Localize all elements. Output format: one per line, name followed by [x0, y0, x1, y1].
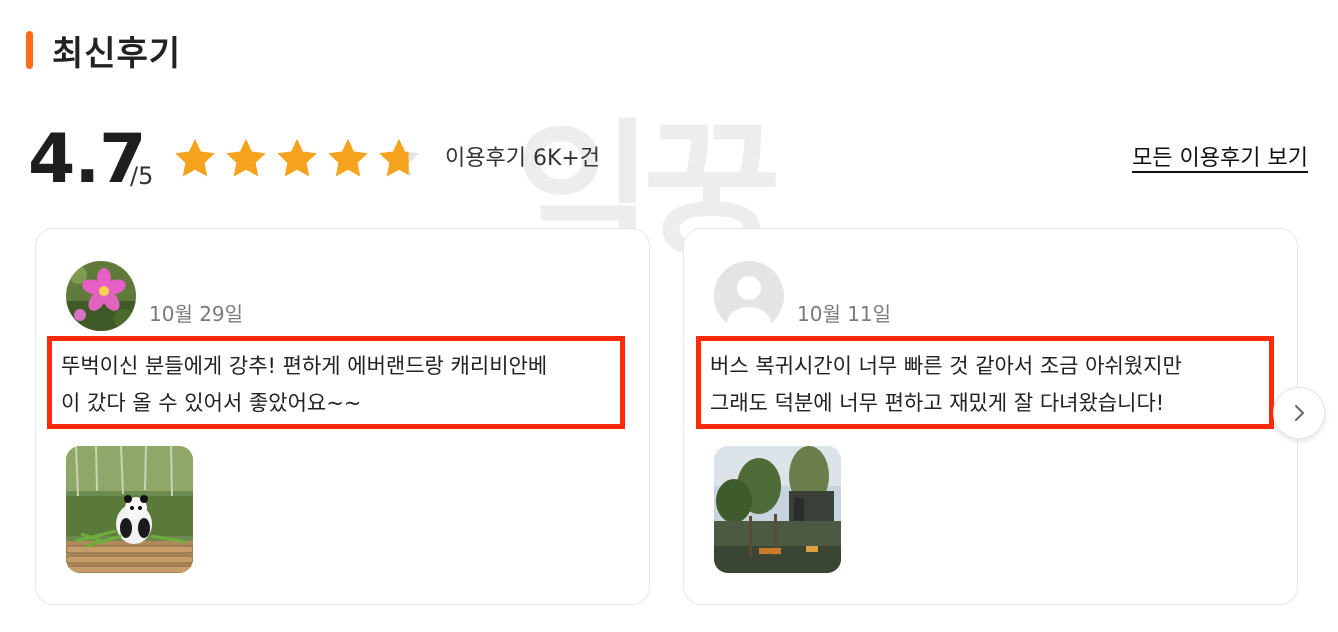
review-text-line: 이 갔다 올 수 있어서 좋았어요~~: [61, 391, 362, 415]
review-date: 10월 11일: [797, 302, 892, 326]
panda-photo-image: [66, 446, 193, 573]
title-accent-bar: [26, 31, 33, 69]
section-title: 최신후기: [52, 33, 182, 74]
review-photo[interactable]: [714, 446, 841, 573]
review-card[interactable]: 10월 29일 뚜벅이신 분들에게 강추! 편하게 에버랜드랑 캐리비안베 이 …: [35, 228, 650, 605]
next-button[interactable]: [1273, 387, 1325, 439]
all-reviews-link[interactable]: 모든 이용후기 보기: [1132, 142, 1308, 176]
chevron-right-icon: [1295, 405, 1304, 421]
zoo-photo-image: [714, 446, 841, 573]
avatar: [66, 261, 136, 331]
review-text: 뚜벅이신 분들에게 강추! 편하게 에버랜드랑 캐리비안베 이 갔다 올 수 있…: [47, 336, 625, 429]
review-card[interactable]: 10월 11일 버스 복귀시간이 너무 빠른 것 같아서 조금 아쉬웠지만 그래…: [683, 228, 1298, 605]
rating-max: /5: [130, 162, 154, 190]
star-half-icon: [379, 138, 419, 177]
section-header: 최신후기: [26, 28, 182, 74]
rating-summary: 4.7 /5 이용후기 6K+건 모든 이용후기 보기: [28, 120, 1308, 200]
flower-avatar-image: [66, 261, 136, 331]
star-rating: [172, 136, 427, 182]
star-icon: [328, 138, 368, 177]
review-count: 이용후기 6K+건: [445, 146, 601, 171]
review-text-line: 뚜벅이신 분들에게 강추! 편하게 에버랜드랑 캐리비안베: [61, 354, 548, 378]
star-icon: [226, 138, 266, 177]
review-text: 버스 복귀시간이 너무 빠른 것 같아서 조금 아쉬웠지만 그래도 덕분에 너무…: [696, 336, 1274, 429]
star-icon: [175, 138, 215, 177]
rating-score: 4.7: [28, 120, 146, 199]
review-text-line: 그래도 덕분에 너무 편하고 재밌게 잘 다녀왔습니다!: [710, 391, 1165, 415]
default-user-icon: [714, 261, 784, 331]
avatar: [714, 261, 784, 331]
star-icon: [277, 138, 317, 177]
review-date: 10월 29일: [149, 302, 244, 326]
review-text-line: 버스 복귀시간이 너무 빠른 것 같아서 조금 아쉬웠지만: [710, 354, 1182, 378]
review-photo[interactable]: [66, 446, 193, 573]
